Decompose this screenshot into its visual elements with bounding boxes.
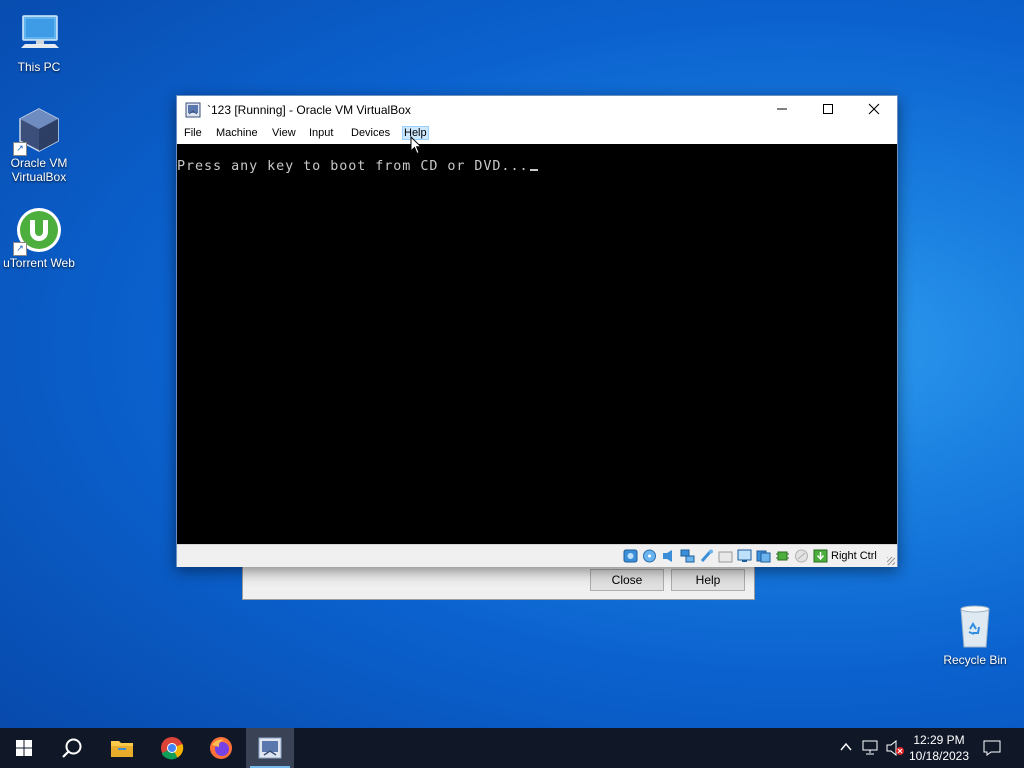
close-button[interactable]: Close	[590, 569, 664, 591]
start-button[interactable]	[0, 728, 48, 768]
network-icon[interactable]	[680, 549, 695, 563]
close-window-button[interactable]	[851, 96, 897, 124]
status-bar: Right Ctrl	[177, 544, 897, 567]
menu-input[interactable]: Input	[309, 127, 333, 139]
resize-grip-icon[interactable]	[887, 557, 895, 565]
chrome-icon	[161, 737, 184, 760]
taskbar-chrome[interactable]	[148, 728, 196, 768]
computer-icon	[15, 10, 63, 58]
virtualbox-icon	[258, 737, 282, 759]
shortcut-arrow-icon: ↗	[13, 242, 27, 256]
host-key-label: Right Ctrl	[831, 550, 877, 562]
close-icon	[868, 103, 880, 115]
desktop-icon-label: Oracle VM	[10, 156, 68, 170]
desktop-icon-label: uTorrent Web	[3, 256, 75, 270]
menu-view[interactable]: View	[272, 127, 296, 139]
recycle-bin-icon	[951, 603, 999, 651]
file-explorer-icon	[111, 741, 133, 757]
virtualbox-icon: ↗	[13, 106, 63, 156]
taskbar-firefox[interactable]	[197, 728, 245, 768]
utorrent-icon: ↗	[13, 206, 63, 256]
minimize-icon	[777, 108, 787, 110]
desktop-icon-label: This PC	[17, 60, 61, 74]
help-button[interactable]: Help	[671, 569, 745, 591]
title-bar[interactable]: `123 [Running] - Oracle VM VirtualBox	[177, 96, 897, 124]
firefox-icon	[210, 737, 232, 759]
text-cursor	[530, 169, 539, 171]
virtualbox-icon	[185, 102, 201, 118]
vm-display[interactable]: Press any key to boot from CD or DVD...	[177, 144, 897, 544]
desktop-icon-label: VirtualBox	[11, 170, 67, 184]
notification-icon[interactable]	[983, 740, 1001, 756]
display-icon[interactable]	[737, 549, 752, 563]
video-capture-icon[interactable]	[756, 549, 771, 563]
clock[interactable]: 12:29 PM 10/18/2023	[906, 732, 972, 764]
start-icon	[16, 740, 32, 756]
desktop-icon-virtualbox[interactable]: ↗ Oracle VM VirtualBox	[1, 106, 77, 184]
shortcut-arrow-icon: ↗	[13, 142, 27, 156]
hard-disk-icon[interactable]	[623, 549, 638, 563]
menu-bar: File Machine View Input Devices Help	[177, 124, 897, 144]
desktop-icon-label: Recycle Bin	[943, 653, 1007, 667]
menu-machine[interactable]: Machine	[216, 127, 258, 139]
taskbar-virtualbox[interactable]	[246, 728, 294, 768]
menu-file[interactable]: File	[184, 127, 202, 139]
search-icon	[62, 738, 82, 758]
mouse-cursor-icon	[410, 136, 422, 155]
clock-time: 12:29 PM	[913, 733, 965, 747]
chevron-up-icon[interactable]	[840, 742, 852, 752]
menu-devices[interactable]: Devices	[351, 127, 390, 139]
system-tray: 12:29 PM 10/18/2023	[834, 728, 1024, 768]
taskbar-file-explorer[interactable]	[98, 728, 146, 768]
vm-console-output: Press any key to boot from CD or DVD...	[177, 159, 539, 174]
maximize-button[interactable]	[805, 96, 851, 124]
search-button[interactable]	[48, 728, 96, 768]
boot-prompt-text: Press any key to boot from CD or DVD...	[177, 159, 529, 174]
desktop-icon-utorrent[interactable]: ↗ uTorrent Web	[1, 206, 77, 270]
desktop-icon-this-pc[interactable]: This PC	[1, 10, 77, 74]
clock-date: 10/18/2023	[908, 749, 970, 763]
volume-muted-icon[interactable]	[885, 740, 905, 756]
maximize-icon	[823, 104, 833, 114]
minimize-button[interactable]	[759, 96, 805, 124]
network-icon[interactable]	[862, 740, 880, 756]
desktop-icon-recycle-bin[interactable]: Recycle Bin	[937, 603, 1013, 667]
usb-icon[interactable]	[699, 549, 714, 563]
window-title: `123 [Running] - Oracle VM VirtualBox	[207, 103, 411, 117]
virtualbox-vm-window: `123 [Running] - Oracle VM VirtualBox Fi…	[176, 95, 898, 567]
shared-folders-icon[interactable]	[718, 549, 733, 563]
optical-drive-icon[interactable]	[642, 549, 657, 563]
mouse-integration-icon[interactable]	[794, 549, 809, 563]
audio-icon[interactable]	[661, 549, 676, 563]
keyboard-icon[interactable]	[813, 549, 828, 563]
cpu-icon[interactable]	[775, 549, 790, 563]
taskbar: 12:29 PM 10/18/2023	[0, 728, 1024, 768]
